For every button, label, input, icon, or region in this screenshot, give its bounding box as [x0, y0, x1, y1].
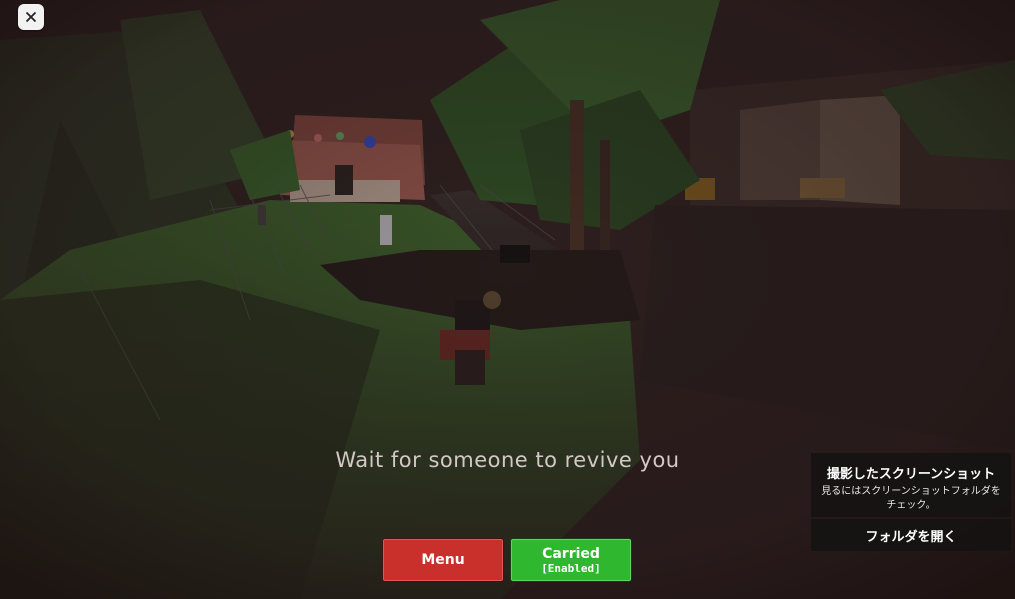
carried-button-state: [Enabled] [541, 561, 601, 575]
carried-button-label: Carried [542, 545, 600, 562]
screenshot-toast-title: 撮影したスクリーンショット [826, 467, 996, 482]
menu-button-label: Menu [421, 552, 465, 568]
close-button[interactable] [18, 4, 44, 30]
screenshot-toast-body: 撮影したスクリーンショット 見るにはスクリーンショットフォルダを チェック。 [811, 453, 1011, 517]
carried-toggle-button[interactable]: Carried [Enabled] [510, 538, 632, 582]
close-icon [25, 11, 37, 23]
open-folder-button[interactable]: フォルダを開く [811, 519, 1011, 551]
menu-button[interactable]: Menu [382, 538, 504, 582]
screenshot-toast-message: 見るにはスクリーンショットフォルダを チェック。 [821, 486, 1001, 511]
screenshot-toast: 撮影したスクリーンショット 見るにはスクリーンショットフォルダを チェック。 フ… [811, 453, 1011, 551]
